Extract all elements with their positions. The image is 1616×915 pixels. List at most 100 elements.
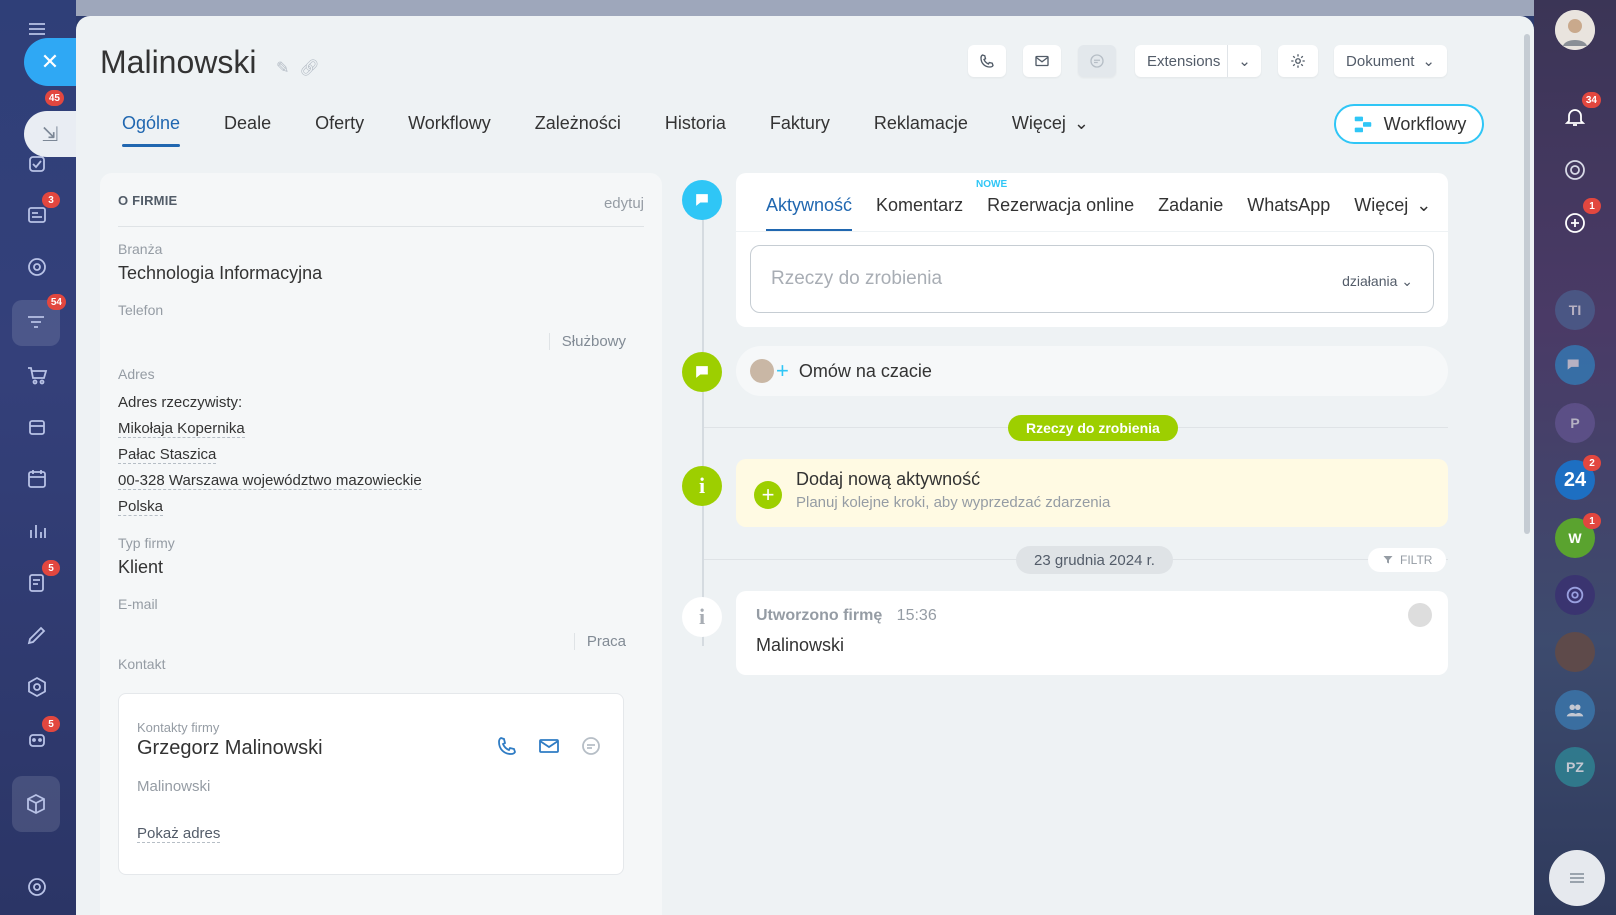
calendar-icon[interactable] (20, 462, 54, 496)
plus-icon[interactable]: + (754, 481, 782, 509)
created-body[interactable]: Malinowski (756, 635, 1428, 656)
document-dropdown[interactable]: Dokument ⌄ (1334, 45, 1447, 77)
timeline-line (702, 206, 704, 646)
contact-company: Malinowski (137, 778, 211, 795)
tab-workflows[interactable]: Workflowy (408, 113, 513, 147)
contact-box-label: Kontakty firmy (137, 720, 220, 735)
activity-stream-icon (682, 180, 722, 220)
store-icon[interactable] (20, 410, 54, 444)
bitrix24-badge: 2 (1583, 455, 1601, 471)
tab-online-booking[interactable]: Rezerwacja online (987, 195, 1134, 231)
email-type[interactable]: Praca (573, 633, 626, 650)
cart-icon[interactable] (20, 358, 54, 392)
extensions-label: Extensions (1147, 52, 1221, 70)
tab-comment[interactable]: Komentarz (876, 195, 963, 231)
show-address-link[interactable]: Pokaż adres (137, 825, 605, 843)
tab-more-activity[interactable]: Więcej ⌄ (1354, 195, 1431, 231)
tab-history[interactable]: Historia (665, 113, 748, 147)
user-avatar (750, 359, 774, 383)
settings-button[interactable] (1278, 45, 1318, 77)
copilot-icon[interactable] (1555, 150, 1595, 190)
email-button[interactable] (1023, 45, 1061, 77)
actions-dropdown[interactable]: działania ⌄ (1342, 273, 1413, 290)
tab-more-activity-label: Więcej (1354, 195, 1409, 215)
page-title: Malinowski (100, 44, 257, 80)
phone-type[interactable]: Służbowy (548, 333, 626, 350)
address-line[interactable]: Polska (118, 498, 644, 516)
activity-editor-card: NOWE Aktywność Komentarz Rezerwacja onli… (736, 173, 1448, 327)
industry-label: Branża (118, 241, 163, 257)
chat-icon[interactable] (579, 734, 603, 758)
tab-quotes[interactable]: Oferty (315, 113, 386, 147)
main-tabs: Ogólne Deale Oferty Workflowy Zależności… (122, 113, 1133, 147)
company-type-label: Typ firmy (118, 535, 175, 551)
todo-input[interactable]: Rzeczy do zrobienia działania ⌄ (750, 245, 1434, 313)
crm-feed-icon[interactable]: 3 (20, 192, 60, 232)
info-icon: i (682, 597, 722, 637)
settings-gear-icon[interactable] (20, 870, 54, 904)
avatar-initials: PZ (1566, 759, 1584, 775)
sign-icon[interactable] (20, 618, 54, 652)
crm-funnel-icon[interactable]: 54 (12, 294, 66, 346)
recent-chat-avatar-group2[interactable] (1555, 690, 1595, 730)
tab-general[interactable]: Ogólne (122, 113, 202, 147)
address-line[interactable]: 00-328 Warszawa województwo mazowieckie (118, 472, 644, 490)
documents-icon[interactable]: 5 (20, 560, 60, 600)
robot-icon[interactable]: 5 (20, 716, 60, 756)
contact-card: Kontakty firmy Grzegorz Malinowski Malin… (118, 693, 624, 875)
tab-whatsapp[interactable]: WhatsApp (1247, 195, 1330, 231)
add-activity-subtitle: Planuj kolejne kroki, aby wyprzedzać zda… (796, 494, 1111, 511)
notifications-bell-icon[interactable]: 34 (1555, 92, 1601, 137)
avatar-initials: P (1570, 415, 1580, 431)
target-icon[interactable] (20, 250, 54, 284)
title-actions: ✎ 🔗︎ (276, 58, 320, 78)
address-line[interactable]: Mikołaja Kopernika (118, 420, 644, 438)
recent-chat-avatar-ti[interactable]: TI (1555, 290, 1595, 330)
minimize-slider-button[interactable]: ⇲ (24, 111, 76, 157)
chat-list-button[interactable] (1549, 850, 1605, 906)
chevron-down-icon: ⌄ (1401, 273, 1413, 289)
badge-count: 5 (42, 716, 60, 732)
contact-actions (495, 734, 603, 758)
tab-task[interactable]: Zadanie (1158, 195, 1223, 231)
close-slider-button[interactable]: ✕ (24, 38, 76, 86)
add-activity-card[interactable]: + Dodaj nową aktywność Planuj kolejne kr… (736, 459, 1448, 527)
copy-link-icon[interactable]: 🔗︎ (299, 58, 319, 78)
discuss-in-chat[interactable]: + Omów na czacie (736, 346, 1448, 396)
scrollbar[interactable] (1524, 34, 1530, 534)
tab-complaints[interactable]: Reklamacje (874, 113, 990, 147)
recent-chat-avatar-w[interactable]: W 1 (1555, 513, 1601, 558)
address-line[interactable]: Pałac Staszica (118, 446, 644, 464)
box-icon[interactable] (12, 776, 60, 832)
recent-chat-avatar-pz[interactable]: PZ (1555, 747, 1595, 787)
analytics-icon[interactable] (20, 514, 54, 548)
tab-deals[interactable]: Deale (224, 113, 293, 147)
created-title: Utworzono firmę (756, 607, 883, 624)
tab-activity[interactable]: Aktywność (766, 195, 853, 231)
tab-dependencies[interactable]: Zależności (535, 113, 643, 147)
author-avatar[interactable] (1408, 603, 1432, 627)
recent-chat-avatar-circle[interactable] (1555, 575, 1595, 615)
company-info-card: O FIRMIE edytuj Branża Technologia Infor… (100, 173, 662, 915)
recent-chat-avatar-p[interactable]: P (1555, 403, 1595, 443)
user-avatar[interactable] (1555, 10, 1595, 50)
hexagon-icon[interactable] (20, 670, 54, 704)
phone-icon[interactable] (495, 734, 519, 758)
chevron-down-icon: ⌄ (1422, 53, 1435, 70)
bitrix24-chat-avatar[interactable]: 24 2 (1555, 455, 1601, 500)
tab-more[interactable]: Więcej ⌄ (1012, 113, 1111, 147)
edit-title-icon[interactable]: ✎ (276, 58, 289, 78)
workflows-button[interactable]: Workflowy (1334, 104, 1484, 144)
phone-label: Telefon (118, 302, 164, 318)
edit-link[interactable]: edytuj (604, 195, 644, 212)
chat-button[interactable] (1078, 45, 1116, 77)
tab-invoices[interactable]: Faktury (770, 113, 852, 147)
recent-chat-avatar-group[interactable] (1555, 345, 1595, 385)
call-button[interactable] (968, 45, 1006, 77)
chat-icon (1090, 54, 1104, 68)
recent-chat-avatar-photo[interactable] (1555, 632, 1595, 672)
filter-button[interactable]: FILTR (1368, 548, 1447, 572)
extensions-dropdown[interactable]: Extensions ⌄ (1135, 45, 1261, 77)
messenger-icon[interactable]: 1 (1555, 198, 1601, 243)
envelope-icon[interactable] (537, 734, 561, 758)
